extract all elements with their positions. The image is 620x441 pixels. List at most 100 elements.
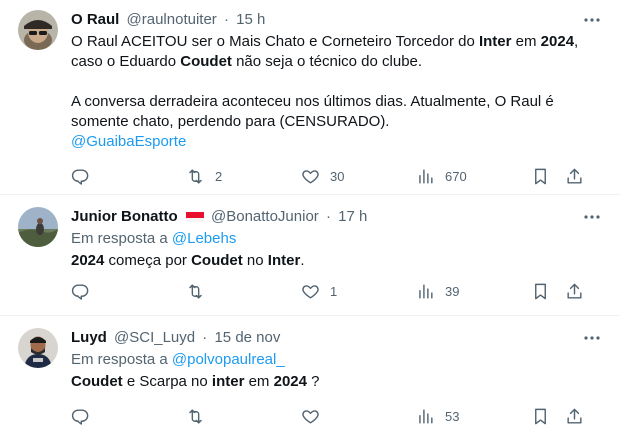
tweet[interactable]: O Raul @raulnotuiter · 15 h O Raul ACEIT… (0, 0, 620, 195)
bookmark-button[interactable] (531, 281, 550, 301)
separator: · (223, 11, 229, 28)
reply-prefix: Em resposta a (71, 230, 172, 247)
views-icon (419, 168, 433, 184)
tweet-header: Luyd @SCI_Luyd · 15 de nov (71, 328, 602, 348)
tweet-actions: 2 30 670 (71, 166, 602, 186)
more-icon[interactable] (582, 328, 602, 348)
tweet-actions: 1 39 (71, 281, 602, 301)
repost-icon (189, 168, 202, 184)
like-button[interactable]: 1 (301, 281, 337, 301)
text-segment: , (574, 33, 579, 50)
reply-context: Em resposta a @polvopaulreal_ (71, 350, 602, 370)
repost-button[interactable]: 2 (186, 166, 222, 186)
separator: · (202, 329, 208, 346)
reply-button[interactable] (71, 166, 90, 186)
text-segment: 2024 (540, 33, 575, 50)
reply-to-link[interactable]: @polvopaulreal_ (172, 351, 285, 368)
views-button[interactable]: 53 (416, 406, 459, 426)
text-segment: caso o Eduardo (71, 53, 181, 70)
tweet-actions: 53 (71, 406, 602, 426)
handle[interactable]: @SCI_Luyd (114, 329, 195, 346)
text-segment: em (511, 33, 541, 50)
like-count: 1 (330, 283, 338, 299)
more-icon[interactable] (582, 10, 602, 30)
tweet-text-line: Coudet e Scarpa no inter em 2024 ? (71, 372, 602, 392)
more-icon[interactable] (582, 207, 602, 227)
bookmark-icon (535, 408, 546, 424)
bookmark-button[interactable] (531, 406, 550, 426)
repost-count: 2 (215, 168, 223, 184)
handle[interactable]: @raulnotuiter (127, 11, 217, 28)
like-button[interactable]: 30 (301, 166, 344, 186)
tweet-text-line: caso o Eduardo Coudet não seja o técnico… (71, 52, 602, 72)
like-icon (302, 169, 319, 184)
share-button[interactable] (565, 166, 584, 186)
text-segment: Inter (267, 252, 301, 269)
text-segment: Coudet (71, 373, 123, 390)
like-button[interactable] (301, 406, 320, 426)
tweet[interactable]: Junior Bonatto @BonattoJunior · 17 h Em … (0, 195, 620, 316)
separator: · (325, 208, 331, 225)
text-segment: Coudet (180, 53, 232, 70)
text-segment: no (242, 252, 268, 269)
repost-button[interactable] (186, 406, 205, 426)
text-segment: em (244, 373, 274, 390)
reply-button[interactable] (71, 281, 90, 301)
share-button[interactable] (565, 281, 584, 301)
reply-context: Em resposta a @Lebehs (71, 229, 602, 249)
reply-prefix: Em resposta a (71, 351, 172, 368)
flag-icon (185, 210, 204, 222)
tweet-text-line: somente chato, perdendo para (CENSURADO)… (71, 113, 390, 130)
repost-icon (189, 408, 202, 424)
text-segment: ? (306, 373, 320, 390)
repost-icon (189, 283, 202, 299)
repost-button[interactable] (186, 281, 205, 301)
tweet-header: O Raul @raulnotuiter · 15 h (71, 10, 602, 30)
views-button[interactable]: 39 (416, 281, 459, 301)
text-segment: Coudet (191, 252, 243, 269)
bookmark-button[interactable] (531, 166, 550, 186)
views-count: 39 (445, 283, 460, 299)
timestamp[interactable]: 17 h (338, 208, 367, 225)
text-segment: 2024 (71, 252, 105, 269)
like-icon (302, 409, 319, 424)
timestamp[interactable]: 15 h (236, 11, 265, 28)
like-icon (302, 284, 319, 299)
reply-to-link[interactable]: @Lebehs (172, 230, 236, 247)
avatar[interactable] (18, 207, 58, 247)
display-name[interactable]: Junior Bonatto (71, 208, 178, 225)
tweet-text-line: 2024 começa por Coudet no Inter. (71, 251, 602, 271)
text-segment: O Raul ACEITOU ser o Mais Chato e Cornet… (71, 33, 479, 50)
share-icon (567, 168, 582, 184)
text-segment: começa por (104, 252, 192, 269)
views-icon (419, 408, 433, 424)
reply-icon (71, 408, 89, 425)
text-segment: não seja o técnico do clube. (231, 53, 423, 70)
tweet[interactable]: Luyd @SCI_Luyd · 15 de nov Em resposta a… (0, 316, 620, 441)
views-count: 670 (445, 168, 467, 184)
avatar[interactable] (18, 10, 58, 50)
text-segment: . (300, 252, 305, 269)
tweet-header: Junior Bonatto @BonattoJunior · 17 h (71, 207, 602, 227)
avatar[interactable] (18, 328, 58, 368)
mention-link[interactable]: @GuaibaEsporte (71, 133, 186, 150)
views-icon (419, 283, 433, 299)
text-segment: 2024 (273, 373, 307, 390)
views-button[interactable]: 670 (416, 166, 467, 186)
tweet-text-line: O Raul ACEITOU ser o Mais Chato e Cornet… (71, 32, 602, 52)
share-icon (567, 408, 582, 424)
like-count: 30 (330, 168, 345, 184)
text-segment: e Scarpa no (122, 373, 212, 390)
timestamp[interactable]: 15 de nov (214, 329, 280, 346)
reply-icon (71, 168, 89, 185)
text-segment: Inter (478, 33, 512, 50)
share-button[interactable] (565, 406, 584, 426)
display-name[interactable]: Luyd (71, 329, 107, 346)
bookmark-icon (535, 283, 546, 299)
handle[interactable]: @BonattoJunior (211, 208, 319, 225)
reply-icon (71, 283, 89, 300)
display-name[interactable]: O Raul (71, 11, 119, 28)
share-icon (567, 283, 582, 299)
views-count: 53 (445, 408, 460, 424)
reply-button[interactable] (71, 406, 90, 426)
